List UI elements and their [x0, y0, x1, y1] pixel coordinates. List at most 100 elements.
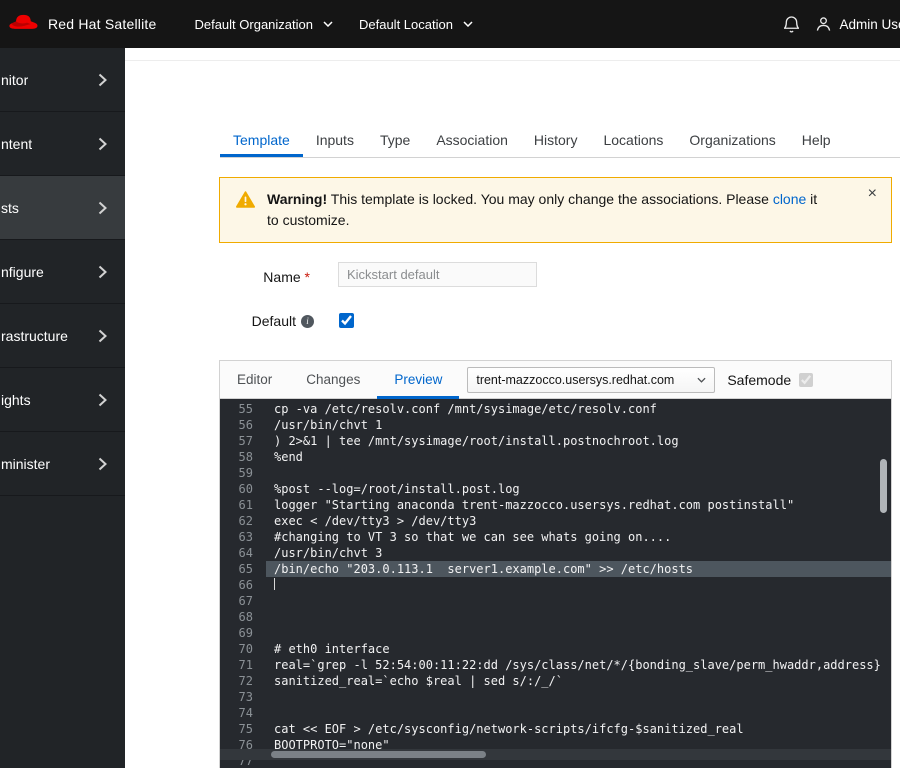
- code-text: [266, 465, 891, 481]
- tab-help[interactable]: Help: [789, 123, 844, 157]
- default-label-text: Default: [252, 313, 296, 329]
- tab-organizations[interactable]: Organizations: [676, 123, 788, 157]
- line-number: 66: [220, 577, 266, 593]
- line-number: 62: [220, 513, 266, 529]
- navbar-right: Admin User: [784, 16, 900, 33]
- code-line-75[interactable]: 75cat << EOF > /etc/sysconfig/network-sc…: [220, 721, 891, 737]
- location-menu[interactable]: Default Location: [359, 17, 473, 32]
- tab-locations[interactable]: Locations: [590, 123, 676, 157]
- user-name: Admin User: [839, 17, 900, 32]
- user-menu[interactable]: Admin User: [816, 16, 900, 32]
- code-line-56[interactable]: 56/usr/bin/chvt 1: [220, 417, 891, 433]
- preview-host-select[interactable]: trent-mazzocco.usersys.redhat.com: [467, 367, 715, 393]
- code-line-62[interactable]: 62exec < /dev/tty3 > /dev/tty3: [220, 513, 891, 529]
- line-number: 63: [220, 529, 266, 545]
- notifications-bell-icon[interactable]: [784, 16, 799, 33]
- code-text: [266, 593, 891, 609]
- line-number: 72: [220, 673, 266, 689]
- code-line-65[interactable]: 65/bin/echo "203.0.113.1 server1.example…: [220, 561, 891, 577]
- sidebar-item-label: sts: [1, 200, 19, 216]
- sidebar-item-infrastructure[interactable]: rastructure: [0, 304, 125, 368]
- sidebar-item-insights[interactable]: ights: [0, 368, 125, 432]
- sidebar-item-hosts[interactable]: sts: [0, 176, 125, 240]
- code-editor[interactable]: 55cp -va /etc/resolv.conf /mnt/sysimage/…: [220, 399, 891, 768]
- code-line-69[interactable]: 69: [220, 625, 891, 641]
- code-line-59[interactable]: 59: [220, 465, 891, 481]
- line-number: 71: [220, 657, 266, 673]
- code-text: [266, 577, 891, 593]
- code-text: exec < /dev/tty3 > /dev/tty3: [266, 513, 891, 529]
- line-number: 67: [220, 593, 266, 609]
- sidebar-item-administer[interactable]: minister: [0, 432, 125, 496]
- tab-history[interactable]: History: [521, 123, 591, 157]
- organization-menu[interactable]: Default Organization: [194, 17, 333, 32]
- top-navbar: Red Hat Satellite Default Organization D…: [0, 0, 900, 48]
- tab-association[interactable]: Association: [423, 123, 521, 157]
- code-line-63[interactable]: 63#changing to VT 3 so that we can see w…: [220, 529, 891, 545]
- default-checkbox[interactable]: [339, 313, 354, 328]
- content-top-divider: [125, 60, 900, 61]
- code-line-64[interactable]: 64/usr/bin/chvt 3: [220, 545, 891, 561]
- tab-inputs[interactable]: Inputs: [303, 123, 367, 157]
- clone-link[interactable]: clone: [773, 191, 806, 207]
- line-number: 68: [220, 609, 266, 625]
- code-line-58[interactable]: 58%end: [220, 449, 891, 465]
- sidebar-item-content[interactable]: ntent: [0, 112, 125, 176]
- code-text: %post --log=/root/install.post.log: [266, 481, 891, 497]
- code-text: %end: [266, 449, 891, 465]
- code-line-66[interactable]: 66: [220, 577, 891, 593]
- organization-menu-label: Default Organization: [194, 17, 313, 32]
- code-text: [266, 625, 891, 641]
- chevron-right-icon: [98, 393, 107, 407]
- name-input[interactable]: [338, 262, 537, 287]
- redhat-logo-icon: [8, 13, 39, 36]
- info-icon[interactable]: i: [301, 315, 314, 328]
- code-line-60[interactable]: 60%post --log=/root/install.post.log: [220, 481, 891, 497]
- editor-tab-preview[interactable]: Preview: [377, 361, 459, 399]
- line-number: 56: [220, 417, 266, 433]
- sidebar-item-label: nitor: [1, 72, 28, 88]
- code-line-71[interactable]: 71real=`grep -l 52:54:00:11:22:dd /sys/c…: [220, 657, 891, 673]
- sidebar-nav: nitor ntent sts nfigure rastructure ightsmini…: [0, 48, 125, 496]
- brand[interactable]: Red Hat Satellite: [8, 13, 156, 36]
- tab-template[interactable]: Template: [220, 123, 303, 157]
- code-line-72[interactable]: 72sanitized_real=`echo $real | sed s/:/_…: [220, 673, 891, 689]
- sidebar-item-label: rastructure: [1, 328, 68, 344]
- tab-type[interactable]: Type: [367, 123, 423, 157]
- sidebar-item-configure[interactable]: nfigure: [0, 240, 125, 304]
- line-number: 55: [220, 401, 266, 417]
- line-number: 73: [220, 689, 266, 705]
- chevron-right-icon: [98, 265, 107, 279]
- code-text: logger "Starting anaconda trent-mazzocco…: [266, 497, 891, 513]
- code-line-73[interactable]: 73: [220, 689, 891, 705]
- brand-title: Red Hat Satellite: [48, 16, 156, 32]
- sidebar-item-monitor[interactable]: nitor: [0, 48, 125, 112]
- editor-tab-editor[interactable]: Editor: [220, 361, 289, 399]
- line-number: 65: [220, 561, 266, 577]
- code-line-67[interactable]: 67: [220, 593, 891, 609]
- horizontal-scrollbar[interactable]: [271, 751, 486, 758]
- page-tabs: TemplateInputsTypeAssociationHistoryLoca…: [220, 123, 900, 158]
- line-number: 57: [220, 433, 266, 449]
- code-line-70[interactable]: 70# eth0 interface: [220, 641, 891, 657]
- code-line-55[interactable]: 55cp -va /etc/resolv.conf /mnt/sysimage/…: [220, 401, 891, 417]
- line-number: 58: [220, 449, 266, 465]
- code-line-68[interactable]: 68: [220, 609, 891, 625]
- editor-toolbar: EditorChangesPreview trent-mazzocco.user…: [220, 361, 891, 399]
- code-line-57[interactable]: 57) 2>&1 | tee /mnt/sysimage/root/instal…: [220, 433, 891, 449]
- code-text: # eth0 interface: [266, 641, 891, 657]
- editor-tab-changes[interactable]: Changes: [289, 361, 377, 399]
- name-label-text: Name: [263, 269, 300, 285]
- code-line-61[interactable]: 61logger "Starting anaconda trent-mazzoc…: [220, 497, 891, 513]
- alert-message: Warning! This template is locked. You ma…: [267, 189, 823, 231]
- code-text: /bin/echo "203.0.113.1 server1.example.c…: [266, 561, 891, 577]
- line-number: 69: [220, 625, 266, 641]
- line-number: 61: [220, 497, 266, 513]
- location-menu-label: Default Location: [359, 17, 453, 32]
- code-line-74[interactable]: 74: [220, 705, 891, 721]
- close-icon[interactable]: ×: [862, 182, 883, 206]
- sidebar-item-label: ntent: [1, 136, 32, 152]
- vertical-scrollbar[interactable]: [880, 459, 887, 513]
- line-number: 60: [220, 481, 266, 497]
- safemode-checkbox: [799, 373, 813, 387]
